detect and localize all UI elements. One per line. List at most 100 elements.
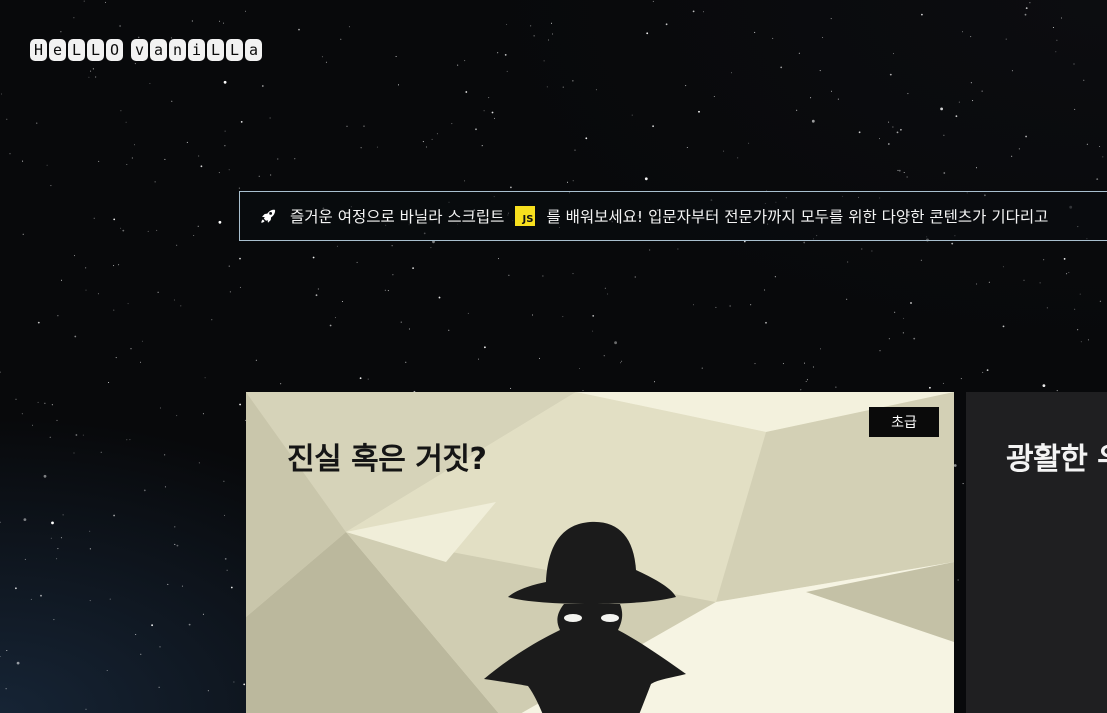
star <box>748 142 750 144</box>
star <box>962 483 964 485</box>
star <box>359 377 362 380</box>
star <box>504 54 507 56</box>
star <box>579 368 580 369</box>
star <box>360 147 362 149</box>
star <box>929 386 931 389</box>
star <box>1086 143 1088 145</box>
star <box>122 229 125 232</box>
star <box>188 623 191 626</box>
star <box>803 241 806 244</box>
card-title: 진실 혹은 거짓? <box>287 442 487 477</box>
star <box>1025 135 1027 138</box>
star <box>898 169 901 172</box>
star <box>1074 308 1076 310</box>
star <box>75 434 78 436</box>
star <box>176 544 179 547</box>
star <box>754 363 756 365</box>
star <box>907 93 909 95</box>
star <box>906 176 908 178</box>
star <box>37 401 39 403</box>
star <box>154 181 156 183</box>
star <box>40 594 42 597</box>
star <box>847 261 849 263</box>
star <box>595 89 597 91</box>
star <box>50 537 52 539</box>
site-logo[interactable]: HeLLOvaniLLa <box>30 39 262 61</box>
star <box>167 583 169 585</box>
star <box>224 558 227 560</box>
star <box>88 76 90 78</box>
star <box>392 274 394 276</box>
course-card-true-or-false[interactable]: 진실 혹은 거짓? 초급 <box>246 392 954 713</box>
star <box>1 93 2 95</box>
star <box>240 121 243 123</box>
star <box>820 348 821 350</box>
star <box>255 359 257 361</box>
star <box>9 153 11 155</box>
star <box>191 20 193 22</box>
star <box>120 227 122 229</box>
star <box>164 454 166 456</box>
star <box>772 37 774 39</box>
star <box>510 387 512 389</box>
star <box>750 304 752 306</box>
star <box>879 350 881 352</box>
star <box>174 543 176 545</box>
star <box>530 25 532 27</box>
star <box>108 382 110 383</box>
star <box>806 379 808 381</box>
star <box>356 261 358 263</box>
star <box>835 386 837 388</box>
star <box>74 335 77 338</box>
star <box>810 97 812 99</box>
star <box>280 383 282 385</box>
star <box>16 661 20 665</box>
star <box>1011 155 1013 157</box>
course-card-vast-universe[interactable]: 광활한 우주 <box>966 392 1107 713</box>
star <box>224 145 226 147</box>
star <box>325 61 327 63</box>
star <box>186 141 188 143</box>
star <box>976 167 977 169</box>
star <box>562 316 564 318</box>
star <box>614 341 617 345</box>
star <box>336 245 338 247</box>
star <box>321 56 323 58</box>
star <box>910 302 912 304</box>
star <box>861 248 863 250</box>
star <box>715 306 717 308</box>
star <box>218 220 222 224</box>
star <box>701 367 703 369</box>
logo-letter: L <box>226 39 243 61</box>
star <box>405 361 407 363</box>
star <box>341 301 343 302</box>
star <box>1052 27 1054 28</box>
star <box>896 131 899 134</box>
star <box>951 242 954 245</box>
star <box>940 107 943 111</box>
star <box>113 309 115 311</box>
star <box>548 39 549 41</box>
star <box>1002 325 1005 328</box>
star <box>207 690 209 692</box>
star <box>481 145 483 147</box>
star <box>6 650 8 651</box>
star <box>888 121 890 123</box>
star <box>592 315 595 317</box>
star <box>677 248 679 250</box>
star <box>238 187 240 189</box>
star <box>85 267 87 269</box>
star <box>491 111 494 114</box>
star <box>607 293 609 295</box>
star <box>652 125 654 128</box>
star <box>174 526 176 528</box>
star <box>200 165 203 168</box>
star <box>894 311 896 313</box>
star <box>62 514 64 516</box>
star <box>298 28 300 31</box>
star <box>464 60 466 62</box>
star <box>0 371 1 373</box>
js-badge: JS <box>515 206 536 226</box>
star <box>960 378 962 380</box>
logo-letter: L <box>87 39 104 61</box>
